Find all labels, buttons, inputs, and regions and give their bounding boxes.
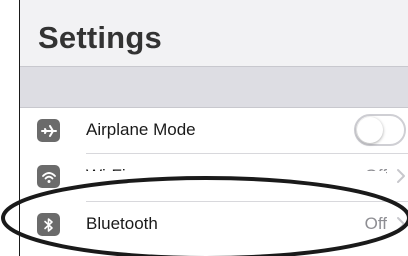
bluetooth-icon	[37, 213, 60, 236]
airplane-icon	[37, 119, 60, 142]
settings-row-bluetooth[interactable]: Bluetooth Off	[20, 202, 408, 246]
airplane-mode-label: Airplane Mode	[86, 120, 196, 139]
airplane-mode-toggle[interactable]	[354, 114, 406, 146]
toggle-knob	[357, 117, 383, 143]
bluetooth-label: Bluetooth	[86, 214, 158, 233]
navigation-header: Settings	[20, 0, 408, 66]
chevron-right-icon	[394, 168, 408, 184]
settings-row-airplane-mode[interactable]: Airplane Mode	[20, 108, 408, 152]
settings-panel: Settings Airplane Mode Wi-Fi Off	[19, 0, 408, 256]
page-title: Settings	[38, 20, 162, 55]
wifi-icon	[37, 165, 60, 188]
bluetooth-status-value: Off	[364, 214, 387, 233]
chevron-right-icon	[394, 216, 408, 232]
section-separator	[20, 66, 408, 108]
occluding-mark	[86, 171, 386, 181]
